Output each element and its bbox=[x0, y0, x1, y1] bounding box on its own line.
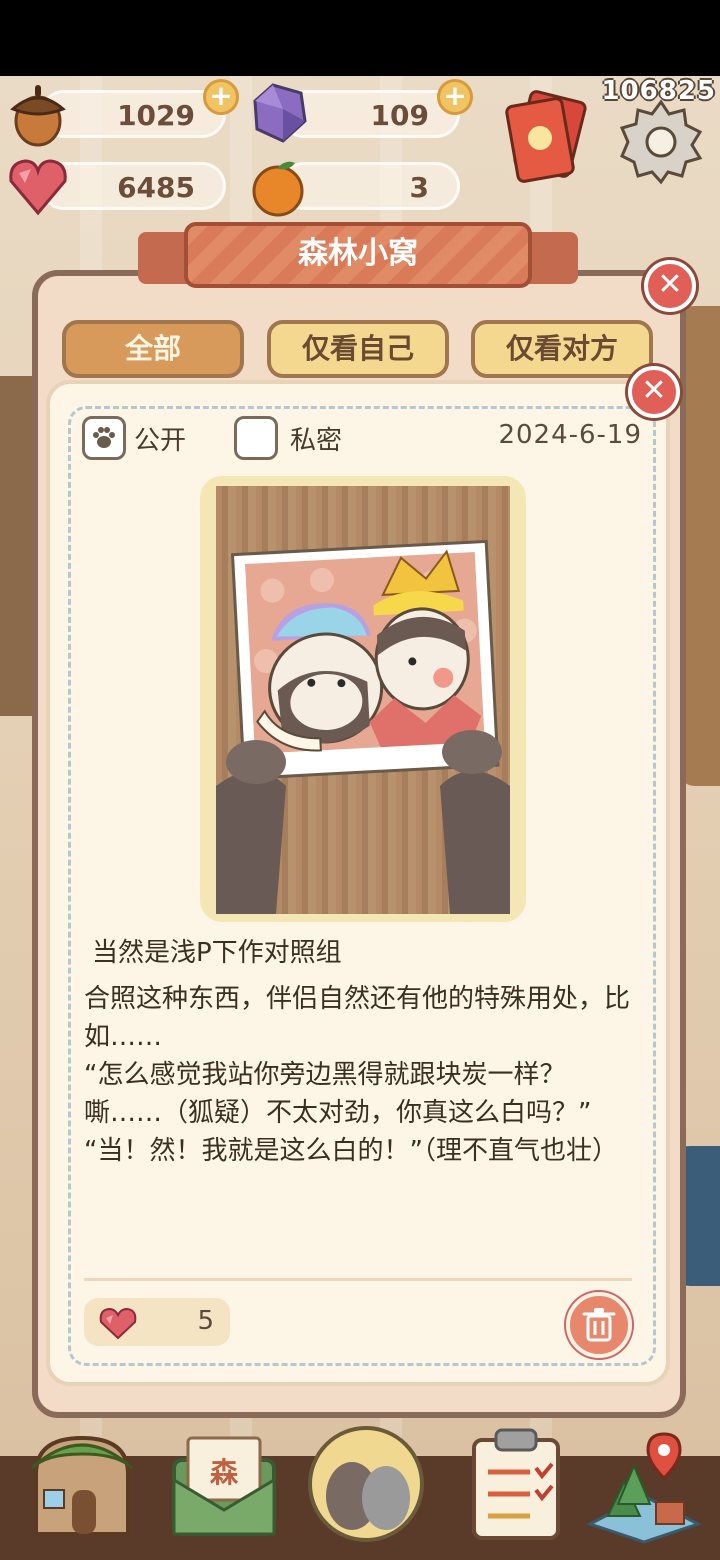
gem-counter: 109 + bbox=[253, 79, 473, 143]
nav-mail-icon[interactable]: 森 bbox=[164, 1424, 284, 1544]
private-checkbox[interactable] bbox=[234, 416, 278, 460]
post-paragraph: “怎么感觉我站你旁边黑得就跟块炭一样？嘶……（狐疑）不太对劲，你真这么白吗？” bbox=[84, 1060, 592, 1128]
tab-all[interactable]: 全部 bbox=[62, 320, 244, 378]
post-body: 合照这种东西，伴侣自然还有他的特殊用处，比如…… “怎么感觉我站你旁边黑得就跟块… bbox=[84, 980, 632, 1170]
nav-map-icon[interactable] bbox=[584, 1424, 704, 1544]
panel-title: 森林小窝 bbox=[298, 236, 418, 271]
add-gem-button[interactable]: + bbox=[437, 79, 473, 115]
panel-title-banner: 森林小窝 bbox=[138, 222, 578, 288]
post-divider bbox=[84, 1278, 632, 1281]
orange-value: 3 bbox=[409, 171, 429, 204]
post-paragraph: 合照这种东西，伴侣自然还有他的特殊用处，比如…… bbox=[84, 984, 631, 1052]
public-checkbox[interactable] bbox=[82, 416, 126, 460]
orange-counter: 3 bbox=[252, 161, 460, 217]
status-bar bbox=[0, 0, 720, 76]
acorn-counter: 1029 + bbox=[10, 79, 239, 147]
trash-icon bbox=[582, 1308, 616, 1342]
tab-mine-only[interactable]: 仅看自己 bbox=[267, 320, 449, 378]
photo-illustration bbox=[216, 539, 510, 914]
add-acorn-button[interactable]: + bbox=[203, 79, 239, 115]
door-right bbox=[680, 306, 720, 786]
private-label: 私密 bbox=[290, 426, 343, 456]
delete-post-button[interactable] bbox=[566, 1292, 632, 1358]
nav-couple-icon[interactable] bbox=[306, 1424, 426, 1544]
gem-value: 109 bbox=[370, 99, 429, 132]
acorn-value: 1029 bbox=[117, 99, 195, 132]
heart-counter: 6485 bbox=[9, 159, 226, 216]
heart-gem-icon bbox=[99, 1307, 137, 1340]
orange-icon bbox=[252, 161, 304, 217]
acorn-icon bbox=[10, 85, 66, 147]
close-post-button[interactable]: ✕ bbox=[628, 366, 680, 418]
close-icon: ✕ bbox=[657, 267, 683, 302]
public-label: 公开 bbox=[134, 426, 187, 456]
close-panel-button[interactable]: ✕ bbox=[644, 260, 696, 312]
like-button[interactable]: 5 bbox=[84, 1298, 230, 1346]
like-count: 5 bbox=[197, 1306, 214, 1336]
close-icon: ✕ bbox=[641, 373, 667, 408]
nav-house-icon[interactable] bbox=[22, 1424, 142, 1544]
paw-icon bbox=[93, 427, 115, 448]
svg-text:森: 森 bbox=[210, 1456, 239, 1489]
tab-partner-only[interactable]: 仅看对方 bbox=[471, 320, 653, 378]
settings-gear-icon[interactable] bbox=[616, 96, 706, 186]
post-paragraph: “当！然！我就是这么白的！”（理不直气也壮） bbox=[84, 1136, 618, 1166]
gift-cards-icon[interactable] bbox=[504, 86, 588, 186]
post-date: 2024-6-19 bbox=[498, 420, 642, 450]
heart-gem-icon bbox=[9, 159, 67, 216]
purple-gem-icon bbox=[253, 83, 307, 143]
post-photo[interactable] bbox=[216, 486, 510, 914]
nav-task-clipboard-icon[interactable] bbox=[456, 1424, 576, 1544]
heart-value: 6485 bbox=[117, 171, 195, 204]
post-title: 当然是浅P下作对照组 bbox=[92, 938, 342, 968]
